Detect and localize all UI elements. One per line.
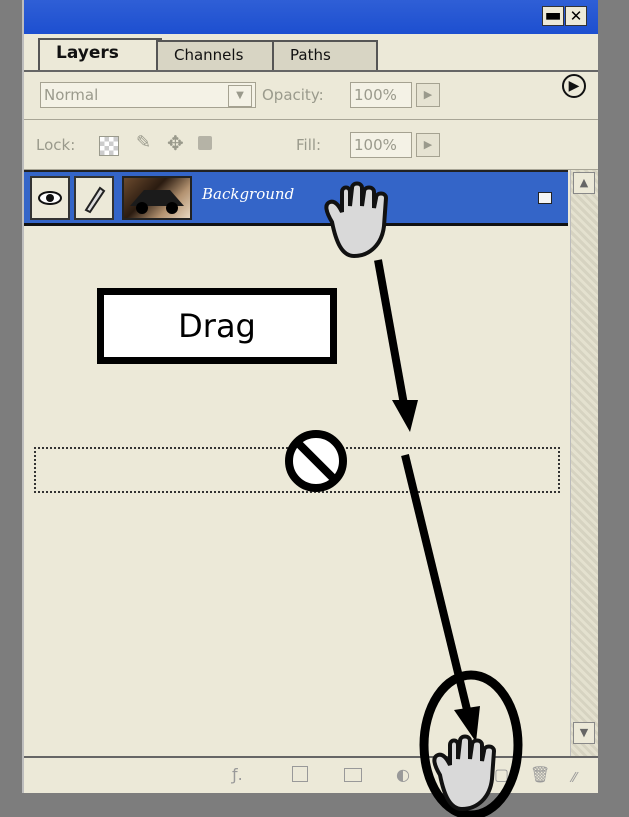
blend-mode-value: Normal <box>44 86 99 104</box>
layer-style-icon[interactable]: ƒ. <box>232 766 243 784</box>
layer-name[interactable]: Background <box>202 182 294 206</box>
adjustment-layer-icon[interactable]: ◐ <box>396 766 410 784</box>
scroll-down-icon[interactable]: ▼ <box>573 722 595 744</box>
lock-move-icon[interactable]: ✥ <box>167 131 184 155</box>
scroll-up-icon[interactable]: ▲ <box>573 172 595 194</box>
fill-label: Fill: <box>296 136 322 154</box>
drop-target-outline <box>34 447 560 493</box>
brush-icon[interactable] <box>74 176 114 220</box>
tab-channels[interactable]: Channels <box>156 40 278 70</box>
layers-panel: ▬ ✕ Layers Channels Paths ▶ Normal ▼ Opa… <box>22 0 598 793</box>
tab-paths[interactable]: Paths <box>272 40 378 70</box>
lock-row: Lock: ✎ ✥ Fill: 100% ▶ <box>24 120 598 170</box>
new-layer-icon[interactable]: ▢ <box>494 766 509 784</box>
lock-label: Lock: <box>36 136 76 154</box>
opacity-label: Opacity: <box>262 86 324 104</box>
eye-icon[interactable] <box>30 176 70 220</box>
drag-annotation: Drag <box>97 288 337 364</box>
layers-scrollbar[interactable]: ▲ ▼ <box>570 170 598 756</box>
chevron-down-icon: ▼ <box>228 85 252 107</box>
resize-grip-icon[interactable]: ⁄⁄ <box>572 770 576 788</box>
lock-icon <box>538 192 552 204</box>
fill-field[interactable]: 100% <box>350 132 412 158</box>
minimize-icon[interactable]: ▬ <box>542 6 564 26</box>
lock-all-icon[interactable] <box>198 136 212 150</box>
layer-row-background[interactable]: Background <box>24 170 568 226</box>
blend-row: Normal ▼ Opacity: 100% ▶ <box>24 72 598 120</box>
fill-slider-button[interactable]: ▶ <box>416 133 440 157</box>
lock-transparency-icon[interactable] <box>99 136 119 156</box>
opacity-slider-button[interactable]: ▶ <box>416 83 440 107</box>
layers-bottom-toolbar: ƒ. ◐ ▢ 🗑 ⁄⁄ <box>24 756 598 793</box>
layer-thumbnail <box>122 176 192 220</box>
panel-title-bar[interactable]: ▬ ✕ <box>24 0 598 34</box>
layer-mask-icon[interactable] <box>292 766 308 782</box>
trash-icon[interactable]: 🗑 <box>530 766 550 784</box>
tab-strip: Layers Channels Paths ▶ <box>24 34 598 98</box>
close-icon[interactable]: ✕ <box>565 6 587 26</box>
lock-paint-icon[interactable]: ✎ <box>136 132 151 153</box>
folder-icon[interactable] <box>344 768 362 782</box>
opacity-field[interactable]: 100% <box>350 82 412 108</box>
tab-layers[interactable]: Layers <box>38 38 162 70</box>
blend-mode-select[interactable]: Normal ▼ <box>40 82 256 108</box>
